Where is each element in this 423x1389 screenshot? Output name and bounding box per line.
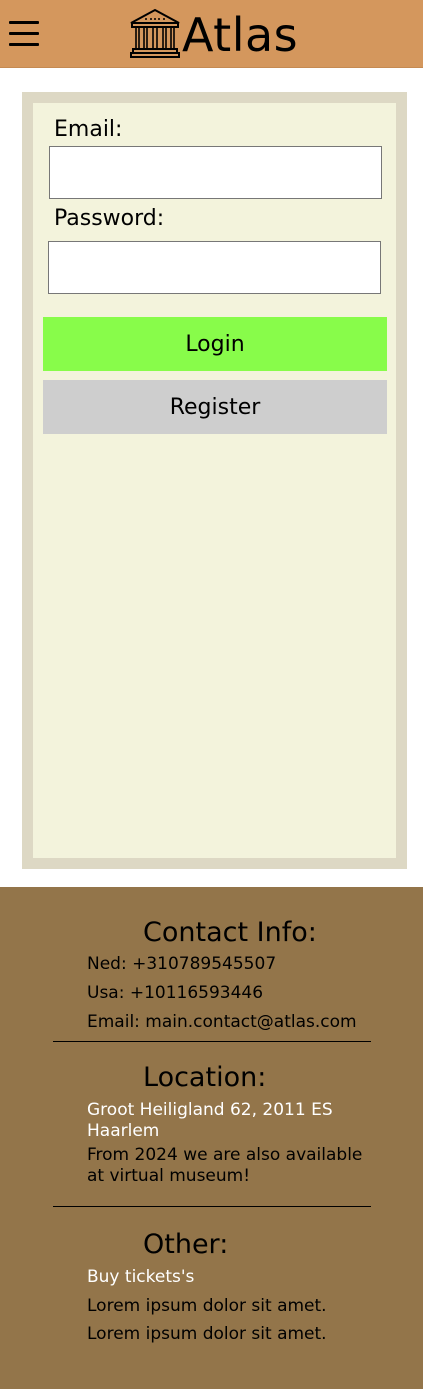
contact-usa-phone: Usa: +10116593446 — [87, 983, 264, 1003]
other-text: Lorem ipsum dolor sit amet. — [87, 1296, 327, 1316]
location-note: From 2024 we are also available at virtu… — [87, 1145, 363, 1186]
contact-ned-phone: Ned: +310789545507 — [87, 954, 277, 974]
museum-building-icon — [130, 8, 180, 58]
hamburger-menu-icon[interactable] — [9, 18, 39, 48]
other-text: Lorem ipsum dolor sit amet. — [87, 1324, 327, 1344]
location-heading: Location: — [143, 1062, 267, 1093]
contact-email: Email: main.contact@atlas.com — [87, 1012, 357, 1032]
contact-heading: Contact Info: — [143, 917, 317, 948]
password-field[interactable] — [48, 241, 381, 294]
register-button[interactable]: Register — [43, 380, 387, 434]
footer-divider — [53, 1041, 371, 1042]
other-heading: Other: — [143, 1229, 229, 1260]
password-label: Password: — [54, 206, 165, 231]
email-field[interactable] — [49, 146, 382, 199]
buy-tickets-link[interactable]: Buy tickets's — [87, 1267, 377, 1288]
email-label: Email: — [54, 117, 123, 142]
top-header: Atlas — [0, 0, 423, 68]
footer-divider — [53, 1206, 371, 1207]
footer: Contact Info: Ned: +310789545507 Usa: +1… — [0, 887, 423, 1389]
brand-name: Atlas — [182, 8, 299, 62]
login-button[interactable]: Login — [43, 317, 387, 371]
location-address: Groot Heiligland 62, 2011 ES Haarlem — [87, 1100, 333, 1141]
